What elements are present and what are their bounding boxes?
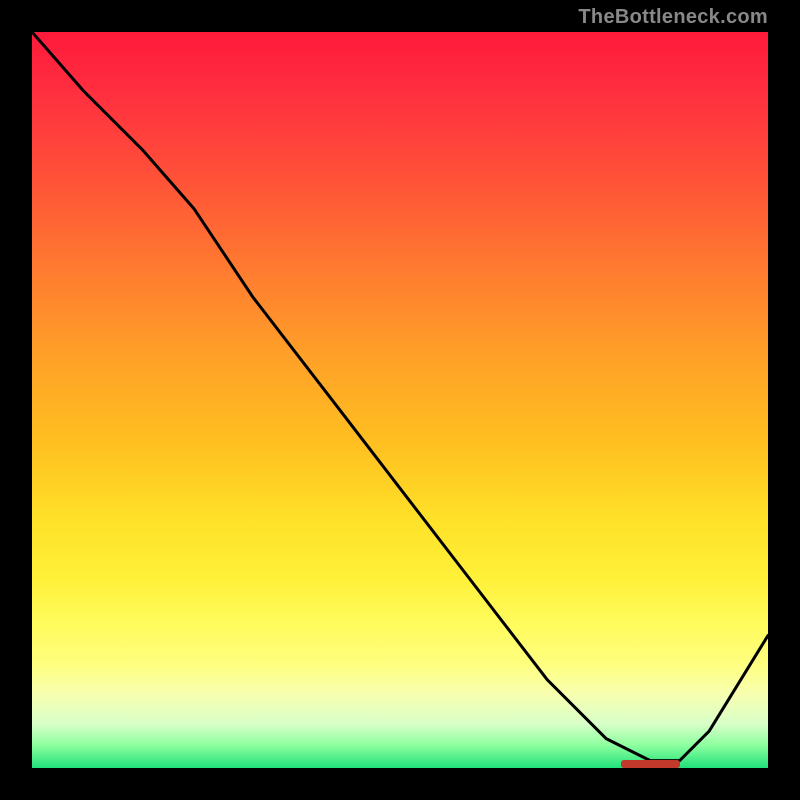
plot-area [32, 32, 768, 768]
attribution-text: TheBottleneck.com [578, 6, 768, 29]
chart-frame: TheBottleneck.com [0, 0, 800, 800]
